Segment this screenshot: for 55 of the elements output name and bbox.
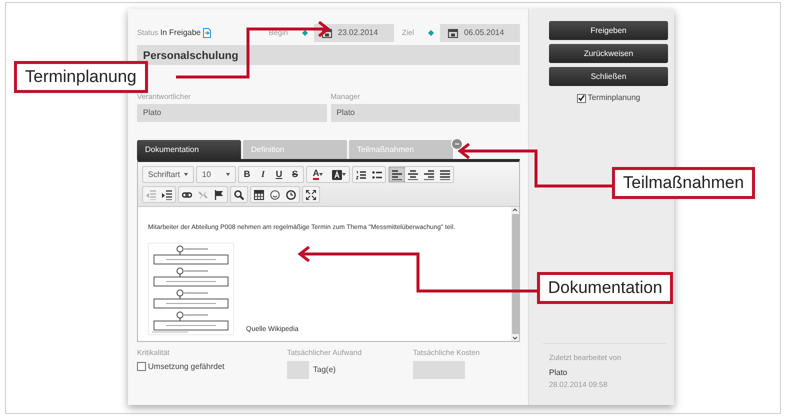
status-value: In Freigabe (160, 27, 201, 39)
link-icon[interactable] (182, 190, 192, 200)
checkbox-label: Umsetzung gefährdet (148, 360, 224, 372)
title-field[interactable]: Personalschulung (137, 45, 520, 65)
format-button[interactable]: S (287, 167, 303, 182)
bullet-list-icon[interactable] (372, 170, 382, 180)
highlight-icon[interactable] (332, 170, 342, 180)
required-icon (428, 30, 434, 36)
unit-label: Tag(e) (313, 364, 336, 376)
action-button[interactable]: Zurückweisen (549, 44, 668, 63)
search-icon[interactable] (234, 190, 244, 200)
calendar-icon (322, 28, 332, 38)
numbered-list-icon[interactable] (356, 170, 366, 180)
callout-label: Teilmaßnahmen (612, 167, 755, 198)
format-button[interactable]: U (271, 167, 287, 182)
cost-field[interactable] (413, 360, 465, 378)
format-button[interactable]: B (239, 167, 255, 182)
indent-icon[interactable] (162, 190, 172, 200)
size-select[interactable]: 10 (196, 166, 236, 184)
action-button[interactable]: Schließen (549, 67, 668, 86)
justify-icon[interactable] (440, 170, 450, 180)
scroll-bar[interactable] (511, 207, 519, 342)
calendar-icon (448, 28, 458, 38)
user-name: Plato (549, 367, 568, 380)
effort-field[interactable] (287, 360, 309, 378)
required-icon (302, 30, 308, 36)
fullscreen-icon[interactable] (306, 190, 316, 200)
smiley-icon[interactable] (270, 190, 280, 200)
align-left-icon[interactable] (392, 170, 402, 180)
document-icon (202, 28, 211, 38)
tab[interactable]: Dokumentation (137, 140, 241, 160)
checkbox[interactable] (576, 94, 586, 102)
caret-icon (342, 173, 346, 176)
font-select[interactable]: Schriftart (142, 166, 194, 184)
align-center-icon[interactable] (408, 170, 418, 180)
action-button[interactable]: Freigeben (549, 21, 668, 40)
checkbox-label: Terminplanung (588, 92, 640, 104)
person-field[interactable]: Plato (137, 104, 326, 122)
scroll-up-icon (512, 207, 518, 212)
caret-icon (184, 173, 188, 176)
collapse-button[interactable] (451, 138, 463, 150)
scroll-down-icon (512, 336, 518, 342)
flag-icon[interactable] (214, 190, 224, 200)
clock-icon[interactable] (286, 190, 296, 200)
checkbox[interactable] (137, 362, 146, 371)
table-icon[interactable] (254, 190, 264, 200)
date-field[interactable]: 23.02.2014 (314, 24, 394, 42)
callout-label: Terminplanung (14, 61, 148, 92)
person-field[interactable]: Plato (330, 104, 520, 122)
callout-label: Dokumentation (537, 272, 674, 304)
format-button[interactable]: I (255, 167, 271, 182)
caret-icon (226, 173, 230, 176)
caret-icon (319, 173, 324, 176)
align-right-icon[interactable] (424, 170, 434, 180)
date-field[interactable]: 06.05.2014 (440, 24, 520, 42)
